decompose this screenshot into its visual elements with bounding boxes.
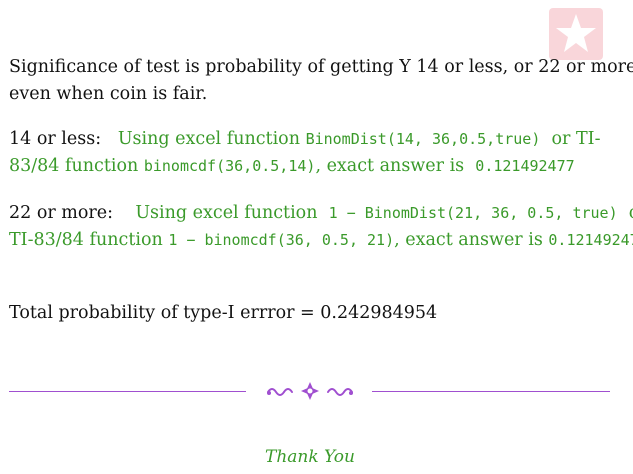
more-ti-function: 1 − binomcdf(36, 0.5, 21) [168, 231, 395, 249]
intro-line-1: Significance of test is probability of g… [9, 57, 633, 77]
less-label: 14 or less: [9, 129, 102, 149]
total-line: Total probability of type-I errror = 0.2… [9, 303, 438, 323]
less-answer: 0.121492477 [475, 157, 575, 175]
divider-left [9, 391, 246, 392]
less-line-2: 83/84 function binomcdf(36,0.5,14), exac… [9, 153, 600, 180]
less-line-1: 14 or less: Using excel function BinomDi… [9, 126, 600, 153]
more-excel-function: 1 − BinomDist(21, 36, 0.5, true) [328, 204, 618, 222]
more-or-text: or [629, 203, 633, 223]
intro-line-2: even when coin is fair. [9, 84, 208, 104]
less-exact-text: , exact answer is [315, 156, 465, 176]
more-ti-prefix: TI-83/84 function [9, 230, 163, 250]
less-or-ti: or TI- [551, 129, 601, 149]
less-ti-function: binomcdf(36,0.5,14) [143, 157, 316, 175]
more-answer: 0.121492477 [548, 231, 633, 249]
more-excel-text: Using excel function [135, 203, 318, 223]
divider-right [372, 391, 610, 392]
less-excel-text: Using excel function [117, 129, 300, 149]
more-paragraph: 22 or more: Using excel function 1 − Bin… [9, 200, 633, 254]
more-label: 22 or more: [9, 203, 114, 223]
more-exact-text: , exact answer is [394, 230, 543, 250]
intro-paragraph: Significance of test is probability of g… [9, 54, 633, 108]
less-ti-prefix: 83/84 function [9, 156, 139, 176]
less-excel-function: BinomDist(14, 36,0.5,true) [305, 130, 541, 148]
more-line-1: 22 or more: Using excel function 1 − Bin… [9, 200, 633, 227]
watermark-logo-icon [549, 8, 603, 60]
more-line-2: TI-83/84 function 1 − binomcdf(36, 0.5, … [9, 227, 633, 254]
thank-you-text: Thank You [264, 447, 355, 467]
less-paragraph: 14 or less: Using excel function BinomDi… [9, 126, 600, 180]
floral-ornament-icon [267, 382, 353, 400]
